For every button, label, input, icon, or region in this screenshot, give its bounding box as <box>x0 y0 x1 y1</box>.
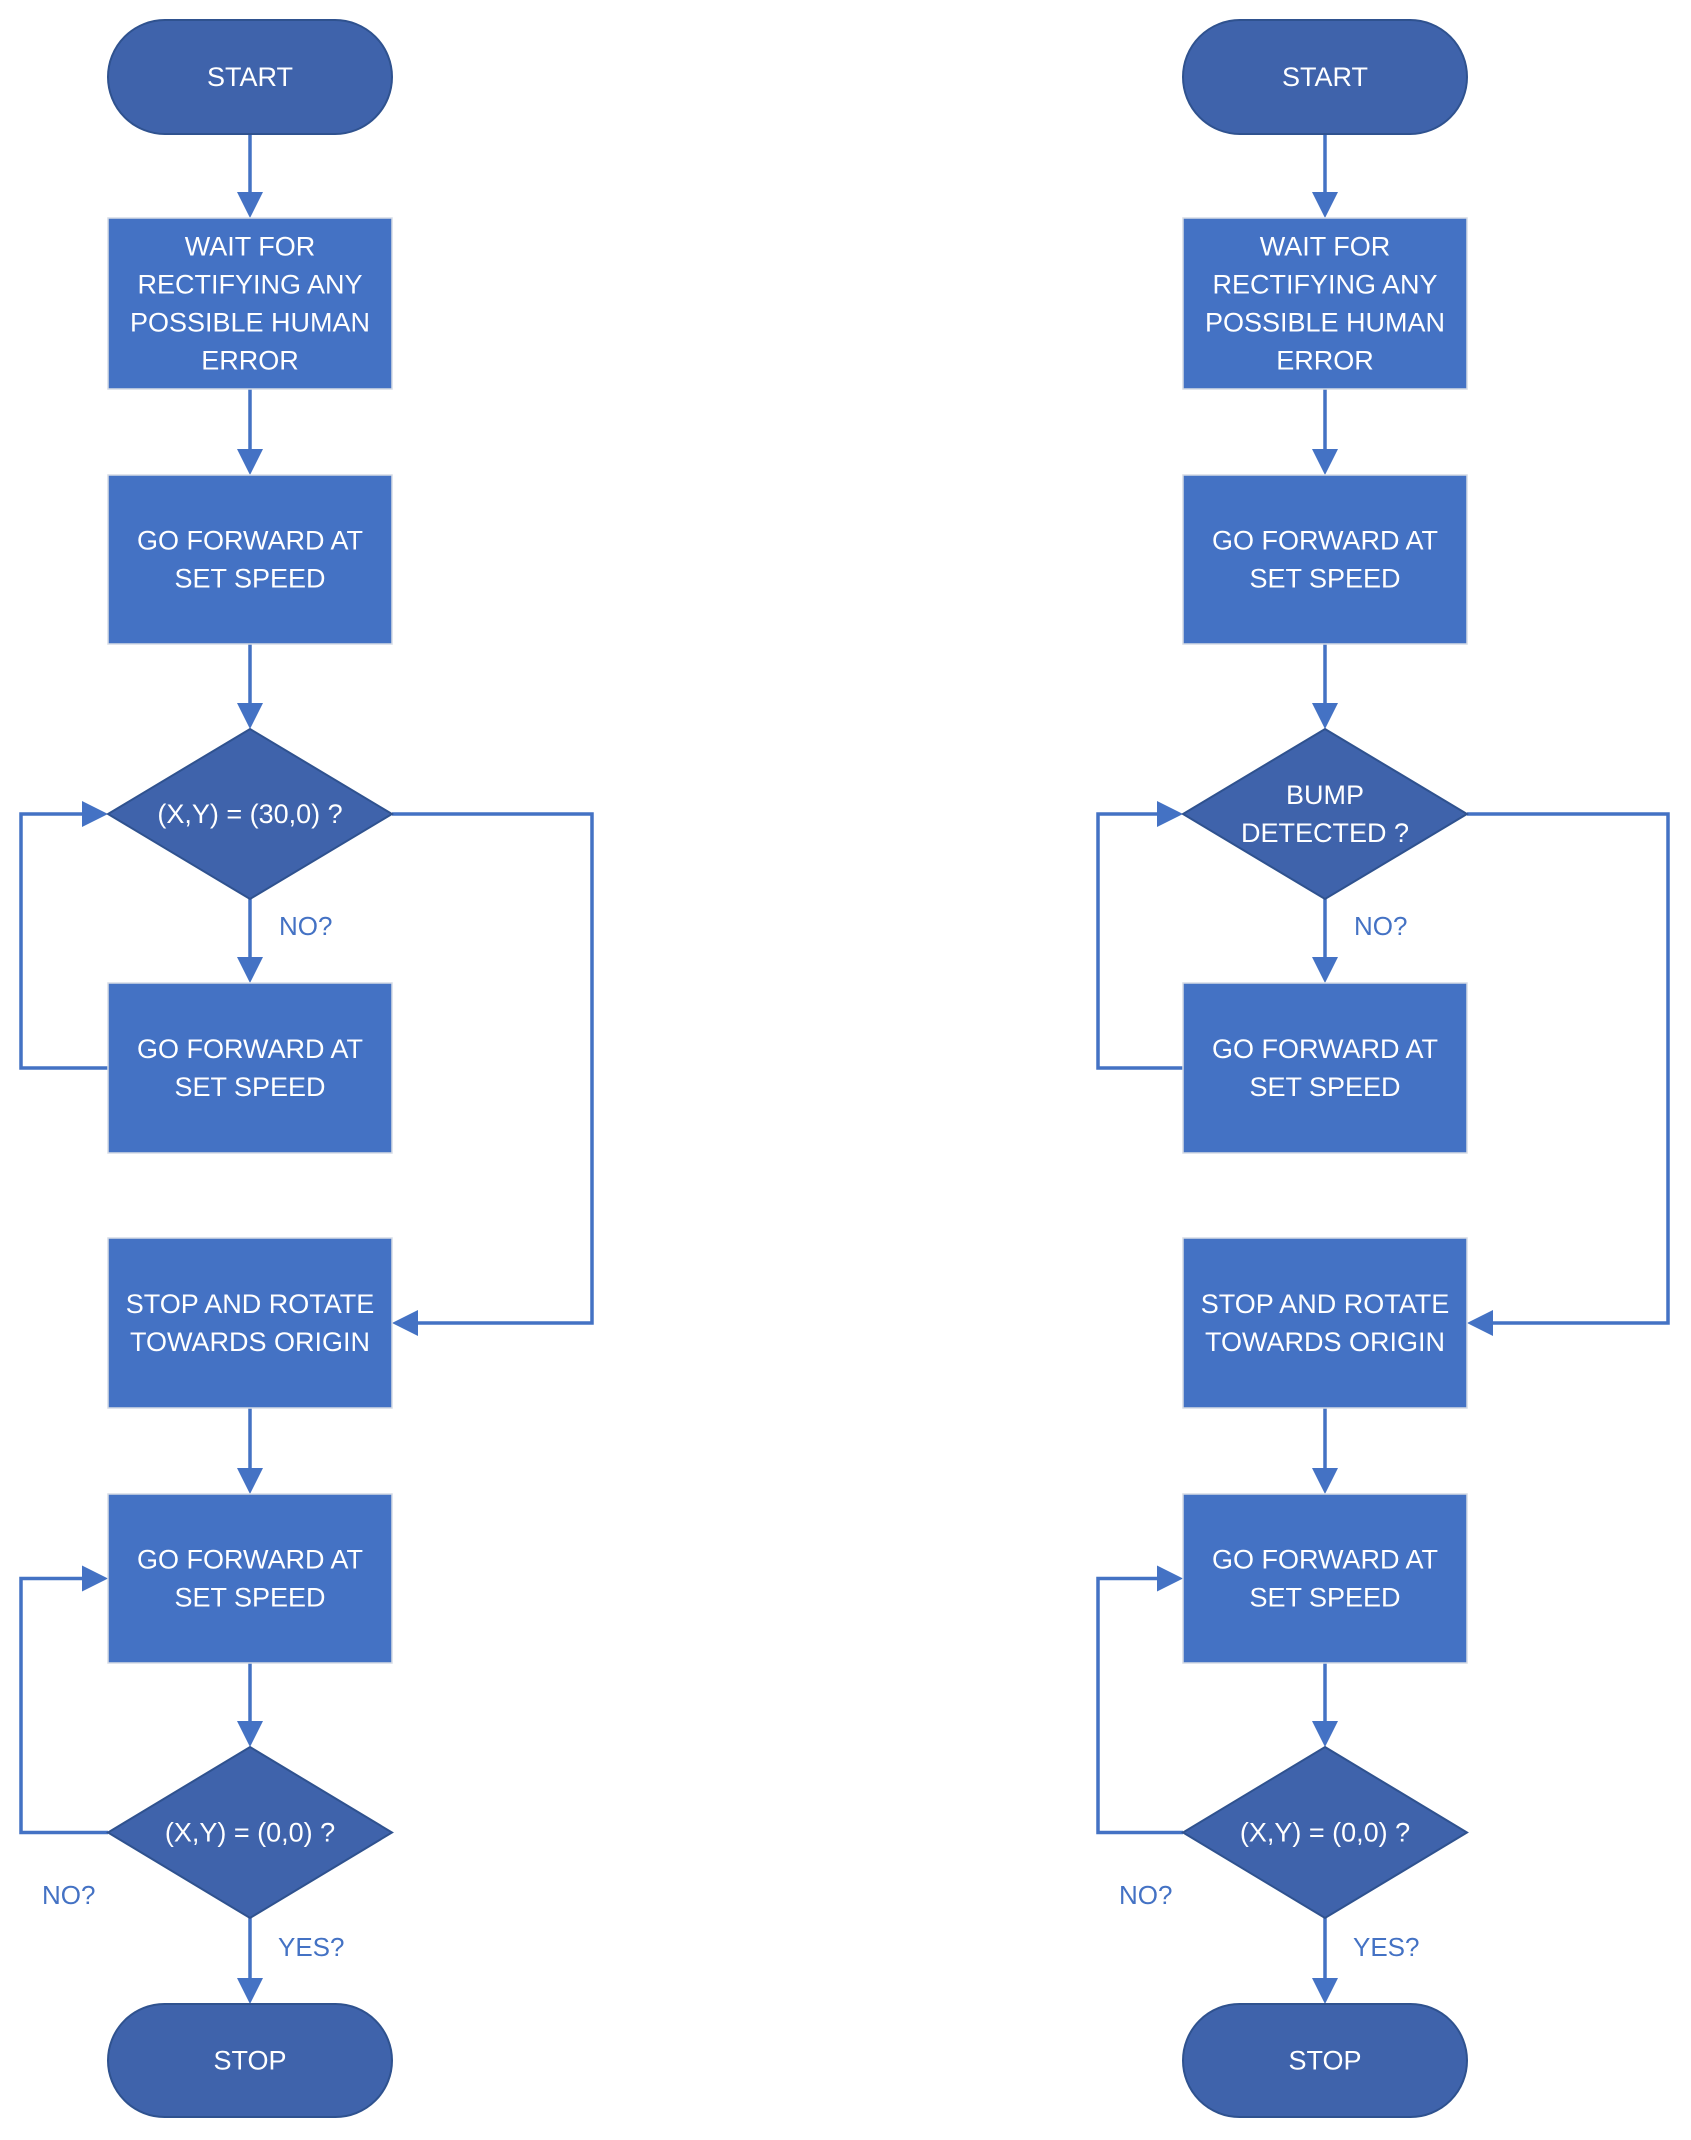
flowchart-left: START WAIT FOR RECTIFYING ANY POSSIBLE HUMA… <box>19 19 594 2118</box>
process-wait-human-error[interactable]: WAIT FOR RECTIFYING ANY POSSIBLE HUMAN ERRO… <box>107 217 393 390</box>
stop-terminator[interactable]: STOP <box>1182 2003 1468 2118</box>
flowchart-canvas: START WAIT FOR RECTIFYING ANY POSSIBLE HUMA… <box>19 19 1670 2118</box>
process-go-forward-3-label: GO FORWARD AT <box>1212 1545 1438 1575</box>
process-go-forward-1[interactable]: GO FORWARD AT SET SPEED <box>1182 474 1468 645</box>
process-go-forward-2-label: SET SPEED <box>174 1072 325 1102</box>
decision2-no-label: NO? <box>42 1880 95 1910</box>
process-go-forward-2[interactable]: GO FORWARD AT SET SPEED <box>1182 982 1468 1154</box>
loop-step3-decision1-arrowhead-icon <box>82 801 108 827</box>
process-wait-human-error-label: WAIT FOR <box>185 232 316 262</box>
connector-step1-step2-arrowhead-icon <box>237 449 263 475</box>
process-go-forward-1-label: SET SPEED <box>174 564 325 594</box>
process-go-forward-2[interactable]: GO FORWARD AT SET SPEED <box>107 982 393 1154</box>
process-go-forward-2-shape <box>107 982 393 1154</box>
decision-1[interactable]: BUMP DETECTED ? <box>1181 727 1469 901</box>
decision1-no-label: NO? <box>1354 911 1407 941</box>
process-go-forward-1-label: GO FORWARD AT <box>137 526 363 556</box>
flowchart-right: START WAIT FOR RECTIFYING ANY POSSIBLE HUMA… <box>1096 19 1670 2118</box>
process-go-forward-1[interactable]: GO FORWARD AT SET SPEED <box>107 474 393 645</box>
process-go-forward-2-label: GO FORWARD AT <box>1212 1034 1438 1064</box>
stop-terminator[interactable]: STOP <box>107 2003 393 2118</box>
connector-step5-decision2-arrowhead-icon <box>237 1721 263 1747</box>
process-wait-human-error-label: POSSIBLE HUMAN <box>1205 308 1445 338</box>
loop-decision2-step5-line <box>19 1576 108 1835</box>
decision-1-shape <box>1181 727 1469 901</box>
decision2-no-label: NO? <box>1119 1880 1172 1910</box>
process-wait-human-error-label: RECTIFYING ANY <box>137 270 362 300</box>
process-stop-rotate-shape <box>107 1237 393 1409</box>
decision1-yes-path-arrowhead-icon <box>392 1310 418 1336</box>
decision-2-label: (X,Y) = (0,0) ? <box>1240 1818 1410 1848</box>
start-terminator-label: START <box>207 62 293 92</box>
loop-step3-decision1-arrowhead-icon <box>1157 801 1183 827</box>
process-stop-rotate[interactable]: STOP AND ROTATE TOWARDS ORIGIN <box>107 1237 393 1409</box>
loop-decision2-step5-arrowhead-icon <box>82 1565 108 1592</box>
process-go-forward-3-label: GO FORWARD AT <box>137 1545 363 1575</box>
decision-1[interactable]: (X,Y) = (30,0) ? <box>106 727 394 901</box>
connector-step5-decision2-arrowhead-icon <box>1312 1721 1338 1747</box>
stop-terminator-label: STOP <box>1288 2046 1361 2076</box>
process-stop-rotate-shape <box>1182 1237 1468 1409</box>
connector-start-step1-arrowhead-icon <box>1312 192 1338 218</box>
stop-terminator-label: STOP <box>213 2046 286 2076</box>
connector-step1-step2-arrowhead-icon <box>1312 449 1338 475</box>
connector-step4-step5-arrowhead-icon <box>1312 1468 1338 1494</box>
loop-decision2-step5-line <box>1096 1576 1183 1835</box>
decision1-no-label: NO? <box>279 911 332 941</box>
start-terminator[interactable]: START <box>107 19 393 135</box>
process-go-forward-2-label: GO FORWARD AT <box>137 1034 363 1064</box>
decision-1-label: DETECTED ? <box>1241 818 1409 848</box>
decision-2[interactable]: (X,Y) = (0,0) ? <box>106 1745 394 1920</box>
process-wait-human-error-label: ERROR <box>201 346 299 376</box>
process-stop-rotate-label: STOP AND ROTATE <box>1201 1289 1450 1319</box>
decision-2-label: (X,Y) = (0,0) ? <box>165 1818 335 1848</box>
process-go-forward-1-label: SET SPEED <box>1249 564 1400 594</box>
decision2-yes-label: YES? <box>278 1932 345 1962</box>
process-go-forward-3-shape <box>107 1493 393 1664</box>
process-go-forward-3[interactable]: GO FORWARD AT SET SPEED <box>1182 1493 1468 1664</box>
decision1-yes-path-arrowhead-icon <box>1467 1310 1493 1336</box>
process-wait-human-error[interactable]: WAIT FOR RECTIFYING ANY POSSIBLE HUMAN ERRO… <box>1182 217 1468 390</box>
process-go-forward-3-label: SET SPEED <box>1249 1583 1400 1613</box>
process-go-forward-1-label: GO FORWARD AT <box>1212 526 1438 556</box>
decision1-yes-path-line <box>1467 812 1670 1325</box>
process-stop-rotate-label: STOP AND ROTATE <box>126 1289 375 1319</box>
decision2-yes-label: YES? <box>1353 1932 1420 1962</box>
loop-decision2-step5-arrowhead-icon <box>1157 1565 1183 1592</box>
process-wait-human-error-label: POSSIBLE HUMAN <box>130 308 370 338</box>
process-go-forward-3-label: SET SPEED <box>174 1583 325 1613</box>
process-wait-human-error-label: WAIT FOR <box>1260 232 1391 262</box>
decision1-yes-path-line <box>392 812 594 1325</box>
decision-1-label: (X,Y) = (30,0) ? <box>157 799 342 829</box>
connector-step4-step5-arrowhead-icon <box>237 1468 263 1494</box>
connector-step2-decision1-arrowhead-icon <box>1312 703 1338 729</box>
connector-decision2-stop-arrowhead-icon <box>237 1978 263 2004</box>
process-go-forward-3[interactable]: GO FORWARD AT SET SPEED <box>107 1493 393 1664</box>
process-go-forward-2-shape <box>1182 982 1468 1154</box>
start-terminator-label: START <box>1282 62 1368 92</box>
loop-step3-decision1-line <box>19 812 108 1070</box>
process-wait-human-error-label: RECTIFYING ANY <box>1212 270 1437 300</box>
process-go-forward-2-label: SET SPEED <box>1249 1072 1400 1102</box>
decision-2[interactable]: (X,Y) = (0,0) ? <box>1181 1745 1469 1920</box>
process-go-forward-1-shape <box>107 474 393 645</box>
connector-decision1-step3-arrowhead-icon <box>1312 957 1338 983</box>
loop-step3-decision1-line <box>1096 812 1183 1070</box>
process-stop-rotate-label: TOWARDS ORIGIN <box>1205 1327 1445 1357</box>
process-go-forward-1-shape <box>1182 474 1468 645</box>
decision-1-label: BUMP <box>1286 780 1364 810</box>
connector-step2-decision1-arrowhead-icon <box>237 703 263 729</box>
connector-decision1-step3-arrowhead-icon <box>237 957 263 983</box>
process-wait-human-error-label: ERROR <box>1276 346 1374 376</box>
process-stop-rotate-label: TOWARDS ORIGIN <box>130 1327 370 1357</box>
start-terminator[interactable]: START <box>1182 19 1468 135</box>
connector-start-step1-arrowhead-icon <box>237 192 263 218</box>
process-go-forward-3-shape <box>1182 1493 1468 1664</box>
connector-decision2-stop-arrowhead-icon <box>1312 1978 1338 2004</box>
process-stop-rotate[interactable]: STOP AND ROTATE TOWARDS ORIGIN <box>1182 1237 1468 1409</box>
